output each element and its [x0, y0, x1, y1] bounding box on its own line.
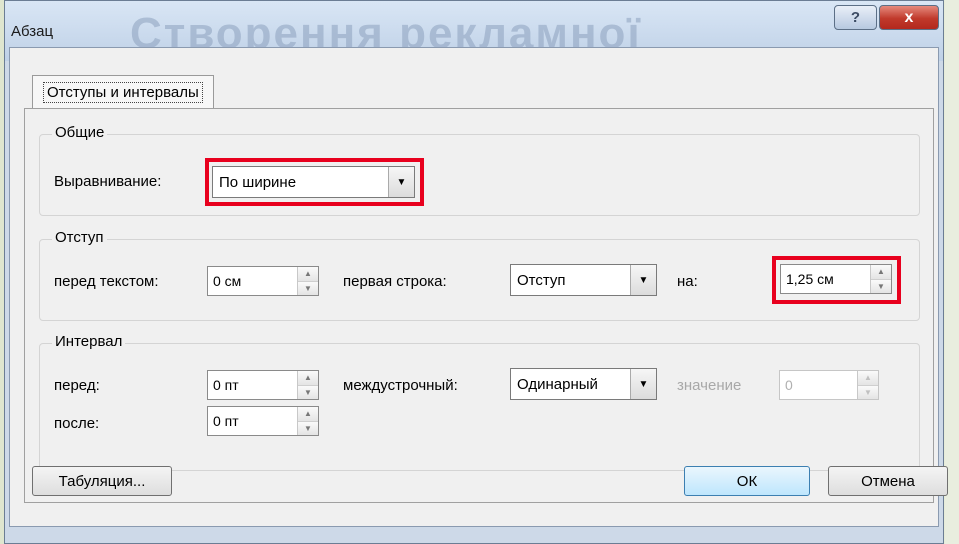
spacing-before-value: 0 пт	[213, 377, 239, 393]
chevron-down-icon[interactable]: ▼	[630, 265, 656, 295]
spin-up-icon[interactable]: ▲	[298, 407, 318, 422]
first-line-label: первая строка:	[343, 273, 447, 290]
tab-indents-and-spacing[interactable]: Отступы и интервалы	[32, 75, 214, 109]
window-title: Абзац	[11, 23, 54, 40]
help-icon: ?	[850, 9, 861, 26]
general-group: Общие	[39, 124, 920, 216]
line-spacing-label: междустрочный:	[343, 377, 458, 394]
spacing-after-spinner[interactable]: 0 пт ▲ ▼	[207, 406, 319, 436]
spacing-before-spinner[interactable]: 0 пт ▲ ▼	[207, 370, 319, 400]
paragraph-dialog: Створення рекламної Абзац ? x Отступы и …	[4, 0, 948, 544]
alignment-select[interactable]: По ширине ▼	[212, 166, 415, 198]
spin-up-icon[interactable]: ▲	[858, 371, 878, 386]
spacing-at-spinner[interactable]: 0 ▲ ▼	[779, 370, 879, 400]
spin-down-icon[interactable]: ▼	[298, 281, 318, 295]
spacing-after-label: после:	[54, 415, 100, 432]
spin-up-icon[interactable]: ▲	[298, 267, 318, 282]
spacing-at-label: значение	[677, 377, 742, 394]
line-spacing-select[interactable]: Одинарный ▼	[510, 368, 657, 400]
spin-up-icon[interactable]: ▲	[298, 371, 318, 386]
indent-by-spinner[interactable]: 1,25 см ▲ ▼	[780, 264, 892, 294]
spacing-group: Интервал	[39, 333, 920, 471]
indent-by-value: 1,25 см	[786, 271, 834, 287]
cancel-button[interactable]: Отмена	[828, 466, 948, 496]
line-spacing-value: Одинарный	[517, 375, 598, 393]
indent-before-spinner[interactable]: 0 см ▲ ▼	[207, 266, 319, 296]
general-group-title: Общие	[52, 124, 108, 141]
help-button[interactable]: ?	[834, 5, 877, 30]
indent-before-label: перед текстом:	[54, 273, 159, 290]
tabs-button[interactable]: Табуляция...	[32, 466, 172, 496]
indent-group-title: Отступ	[52, 229, 107, 246]
first-line-select[interactable]: Отступ ▼	[510, 264, 657, 296]
indent-before-value: 0 см	[213, 273, 242, 289]
spin-down-icon[interactable]: ▼	[858, 385, 878, 399]
tab-panel: Общие Выравнивание: По ширине ▼ Отступ п…	[24, 108, 934, 503]
background-strip-right	[945, 0, 959, 544]
spacing-before-label: перед:	[54, 377, 100, 394]
indent-by-label: на:	[677, 273, 698, 290]
spacing-group-title: Интервал	[52, 333, 126, 350]
spin-down-icon[interactable]: ▼	[298, 385, 318, 399]
ok-button[interactable]: ОК	[684, 466, 810, 496]
alignment-value: По ширине	[219, 173, 297, 191]
spin-down-icon[interactable]: ▼	[871, 279, 891, 293]
spin-down-icon[interactable]: ▼	[298, 421, 318, 435]
alignment-label: Выравнивание:	[54, 173, 162, 190]
first-line-value: Отступ	[517, 271, 566, 289]
chevron-down-icon[interactable]: ▼	[388, 167, 414, 197]
close-button[interactable]: x	[879, 5, 939, 30]
dialog-content: Отступы и интервалы Общие Выравнивание: …	[9, 47, 948, 527]
close-icon: x	[904, 8, 914, 26]
spacing-at-value: 0	[785, 377, 793, 393]
tab-label: Отступы и интервалы	[43, 82, 203, 103]
spacing-after-value: 0 пт	[213, 413, 239, 429]
chevron-down-icon[interactable]: ▼	[630, 369, 656, 399]
spin-up-icon[interactable]: ▲	[871, 265, 891, 280]
